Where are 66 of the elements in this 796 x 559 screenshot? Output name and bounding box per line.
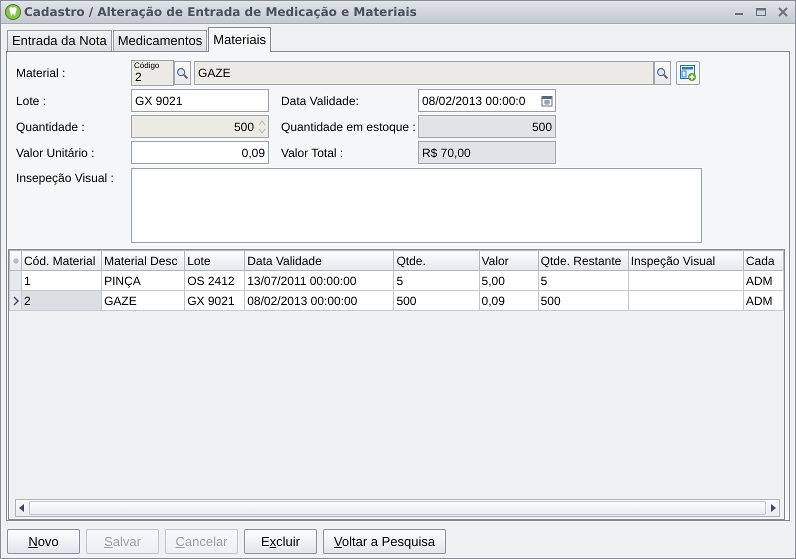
column-header[interactable]: Qtde. xyxy=(394,250,480,270)
field-label: Quantidade : xyxy=(16,120,86,134)
tooth-icon xyxy=(5,4,21,20)
table-cell: 1 xyxy=(22,270,102,290)
table-cell: PINÇA xyxy=(102,270,185,290)
field-label: Lote : xyxy=(16,94,48,108)
field-label: Data Validade: xyxy=(280,94,360,108)
window-title: Cadastro / Alteração de Entrada de Medicação e Materiais xyxy=(24,5,418,19)
code-field[interactable]: Código 2 xyxy=(131,60,174,86)
tab[interactable]: Medicamentos xyxy=(112,30,208,51)
column-header[interactable]: Material Desc xyxy=(102,250,185,270)
table-cell: 0,09 xyxy=(479,290,538,310)
table-cell: 08/02/2013 00:00:00 xyxy=(244,290,394,310)
action-button[interactable]: Novo xyxy=(7,529,80,554)
table-cell: 5 xyxy=(394,270,480,290)
calendar-icon[interactable] xyxy=(541,94,553,106)
field-label: Valor Total : xyxy=(280,146,344,160)
maximize-icon[interactable] xyxy=(755,6,767,18)
tab[interactable]: Materiais xyxy=(208,27,271,52)
input-field[interactable]: R$ 70,00 xyxy=(418,141,556,164)
table-cell: OS 2412 xyxy=(184,270,245,290)
number-spinner[interactable]: 500 xyxy=(131,115,269,138)
scroll-thumb[interactable] xyxy=(29,501,766,515)
input-field[interactable]: GX 9021 xyxy=(131,89,269,112)
table-cell: GX 9021 xyxy=(184,290,245,310)
input-field[interactable]: GAZE xyxy=(194,61,654,85)
table-cell: 500 xyxy=(394,290,480,310)
input-field[interactable]: 500 xyxy=(418,115,556,138)
column-header[interactable]: Cada xyxy=(743,250,784,270)
scroll-left-icon[interactable] xyxy=(18,503,26,513)
table-cell: 5 xyxy=(538,270,628,290)
row-indicator[interactable] xyxy=(10,292,20,310)
column-header[interactable]: Data Validade xyxy=(244,250,394,270)
column-header[interactable]: Cód. Material xyxy=(22,250,102,270)
field-label: Quantidade em estoque : xyxy=(280,120,417,134)
table-cell: 2 xyxy=(22,290,102,310)
action-button[interactable]: Excluir xyxy=(244,529,317,554)
scroll-right-icon[interactable] xyxy=(769,503,777,513)
column-header[interactable]: Valor xyxy=(479,250,538,270)
action-button[interactable]: Voltar a Pesquisa xyxy=(323,529,446,554)
input-field[interactable]: 0,09 xyxy=(131,141,269,164)
table-cell: ADM xyxy=(743,290,784,310)
search-button[interactable] xyxy=(174,61,191,85)
close-icon[interactable] xyxy=(777,6,789,18)
search-icon[interactable] xyxy=(176,66,189,80)
input-field[interactable] xyxy=(131,168,702,243)
date-field[interactable]: 08/02/2013 00:00:0 xyxy=(418,89,556,112)
column-header[interactable]: Qtde. Restante xyxy=(538,250,628,270)
field-label: Valor Unitário : xyxy=(16,146,96,160)
table-cell: 5,00 xyxy=(479,270,538,290)
horizontal-scrollbar[interactable] xyxy=(15,499,780,517)
field-value: 2 xyxy=(135,70,142,84)
search-icon[interactable] xyxy=(656,66,669,80)
field-label: Material : xyxy=(16,66,66,80)
table-cell: GAZE xyxy=(102,290,185,310)
table-cell: ADM xyxy=(743,270,784,290)
table-cell: 13/07/2011 00:00:00 xyxy=(244,270,394,290)
field-value: 08/02/2013 00:00:0 xyxy=(422,94,526,108)
search-button[interactable] xyxy=(654,61,671,85)
table-cell: 500 xyxy=(538,290,628,310)
column-header[interactable]: Lote xyxy=(184,250,245,270)
field-label: Insepeção Visual : xyxy=(16,170,115,185)
field-caption: Código xyxy=(134,61,160,70)
column-header[interactable]: Inspeção Visual xyxy=(628,250,744,270)
tab[interactable]: Entrada da Nota xyxy=(7,30,112,51)
field-value: 500 xyxy=(234,120,254,134)
